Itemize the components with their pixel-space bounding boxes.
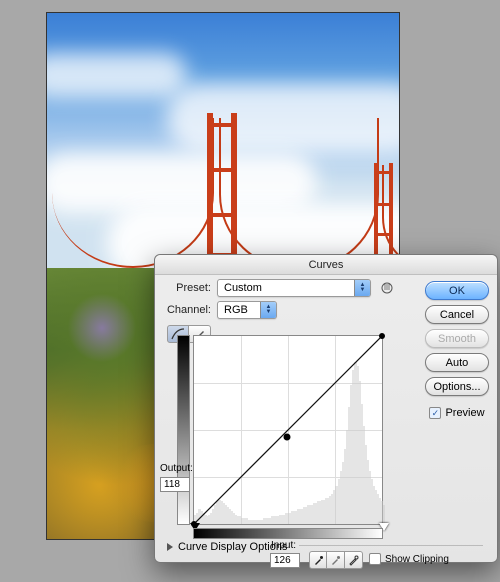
smooth-button[interactable]: Smooth	[425, 329, 489, 348]
output-field[interactable]: 118	[160, 477, 190, 492]
curve-display-options-disclosure[interactable]: Curve Display Options	[167, 541, 287, 553]
input-field[interactable]: 126	[270, 553, 300, 568]
preset-label: Preset:	[163, 282, 211, 294]
cloud	[46, 53, 187, 98]
show-clipping-label: Show Clipping	[385, 554, 449, 565]
curve-graph[interactable]	[193, 335, 383, 525]
output-label: Output:	[160, 463, 193, 474]
curve-control-point[interactable]	[283, 434, 290, 441]
disclosure-triangle-icon	[167, 543, 173, 551]
show-clipping-checkbox[interactable]	[369, 553, 381, 565]
histogram	[194, 336, 382, 524]
black-eyedropper-icon[interactable]	[309, 551, 327, 569]
preset-menu-icon[interactable]	[380, 281, 394, 295]
channel-select[interactable]: RGB ▲▼	[217, 301, 277, 319]
divider	[299, 545, 483, 546]
flowers	[57, 293, 147, 363]
cancel-button[interactable]: Cancel	[425, 305, 489, 324]
preview-checkbox[interactable]: ✓	[429, 407, 441, 419]
channel-label: Channel:	[163, 304, 211, 316]
white-eyedropper-icon[interactable]	[345, 551, 363, 569]
preset-select[interactable]: Custom ▲▼	[217, 279, 371, 297]
input-gradient	[193, 528, 383, 539]
dialog-title[interactable]: Curves	[155, 255, 497, 275]
preview-label: Preview	[445, 407, 484, 419]
ok-button[interactable]: OK	[425, 281, 489, 300]
curve-white-point[interactable]	[379, 333, 385, 339]
curves-dialog: Curves Preset: Custom ▲▼ Channel: RGB ▲▼	[154, 254, 498, 563]
chevron-updown-icon: ▲▼	[354, 280, 370, 296]
gray-eyedropper-icon[interactable]	[327, 551, 345, 569]
auto-button[interactable]: Auto	[425, 353, 489, 372]
options-button[interactable]: Options...	[425, 377, 489, 396]
channel-value: RGB	[218, 304, 260, 316]
output-gradient	[177, 335, 190, 525]
preset-value: Custom	[218, 282, 354, 294]
chevron-updown-icon: ▲▼	[260, 302, 276, 318]
